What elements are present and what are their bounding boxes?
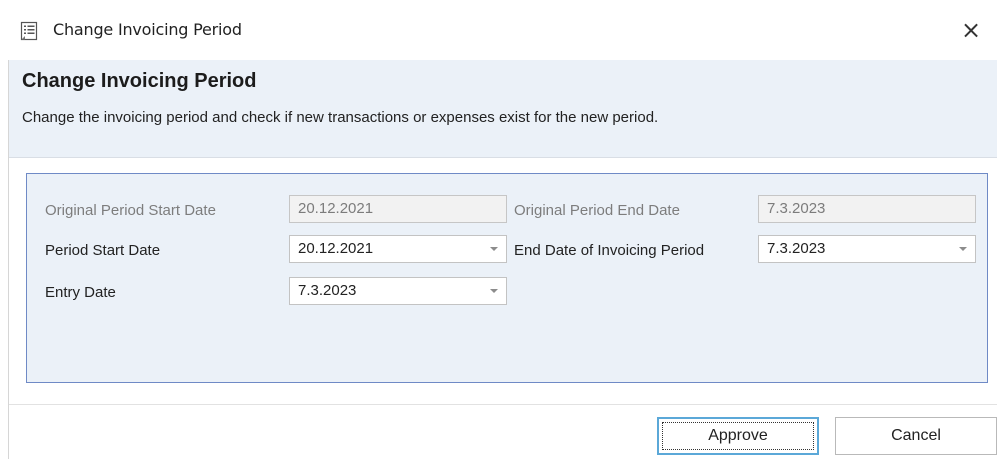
original-start-value: 20.12.2021: [298, 200, 374, 217]
period-end-value: 7.3.2023: [767, 240, 826, 257]
original-start-field: 20.12.2021: [289, 195, 507, 223]
original-end-label: Original Period End Date: [514, 202, 680, 219]
page-description: Change the invoicing period and check if…: [22, 109, 659, 126]
document-list-icon: [20, 21, 38, 41]
chevron-down-icon[interactable]: [490, 247, 498, 251]
close-icon: ×: [960, 16, 982, 44]
close-button[interactable]: ×: [958, 17, 984, 43]
window-title: Change Invoicing Period: [53, 20, 242, 39]
cancel-button[interactable]: Cancel: [835, 417, 997, 455]
original-end-value: 7.3.2023: [767, 200, 826, 217]
focus-indicator: [662, 422, 814, 450]
header-panel: Change Invoicing Period Change the invoi…: [9, 60, 997, 158]
title-bar[interactable]: Change Invoicing Period ×: [0, 0, 997, 60]
original-end-field: 7.3.2023: [758, 195, 976, 223]
dialog-window: Change Invoicing Period × Change Invoici…: [0, 0, 997, 459]
chevron-down-icon[interactable]: [490, 289, 498, 293]
chevron-down-icon[interactable]: [959, 247, 967, 251]
period-end-label: End Date of Invoicing Period: [514, 242, 705, 259]
page-title: Change Invoicing Period: [22, 70, 257, 92]
entry-date-picker[interactable]: 7.3.2023: [289, 277, 507, 305]
period-form: Original Period Start Date 20.12.2021 Or…: [26, 173, 988, 383]
footer-divider: [9, 404, 997, 405]
period-start-label: Period Start Date: [45, 242, 161, 259]
period-end-date-picker[interactable]: 7.3.2023: [758, 235, 976, 263]
entry-date-value: 7.3.2023: [298, 282, 357, 299]
period-start-value: 20.12.2021: [298, 240, 374, 257]
period-start-date-picker[interactable]: 20.12.2021: [289, 235, 507, 263]
entry-date-label: Entry Date: [45, 284, 116, 301]
cancel-button-label: Cancel: [891, 427, 941, 444]
approve-button[interactable]: Approve: [657, 417, 819, 455]
original-start-label: Original Period Start Date: [45, 202, 216, 219]
